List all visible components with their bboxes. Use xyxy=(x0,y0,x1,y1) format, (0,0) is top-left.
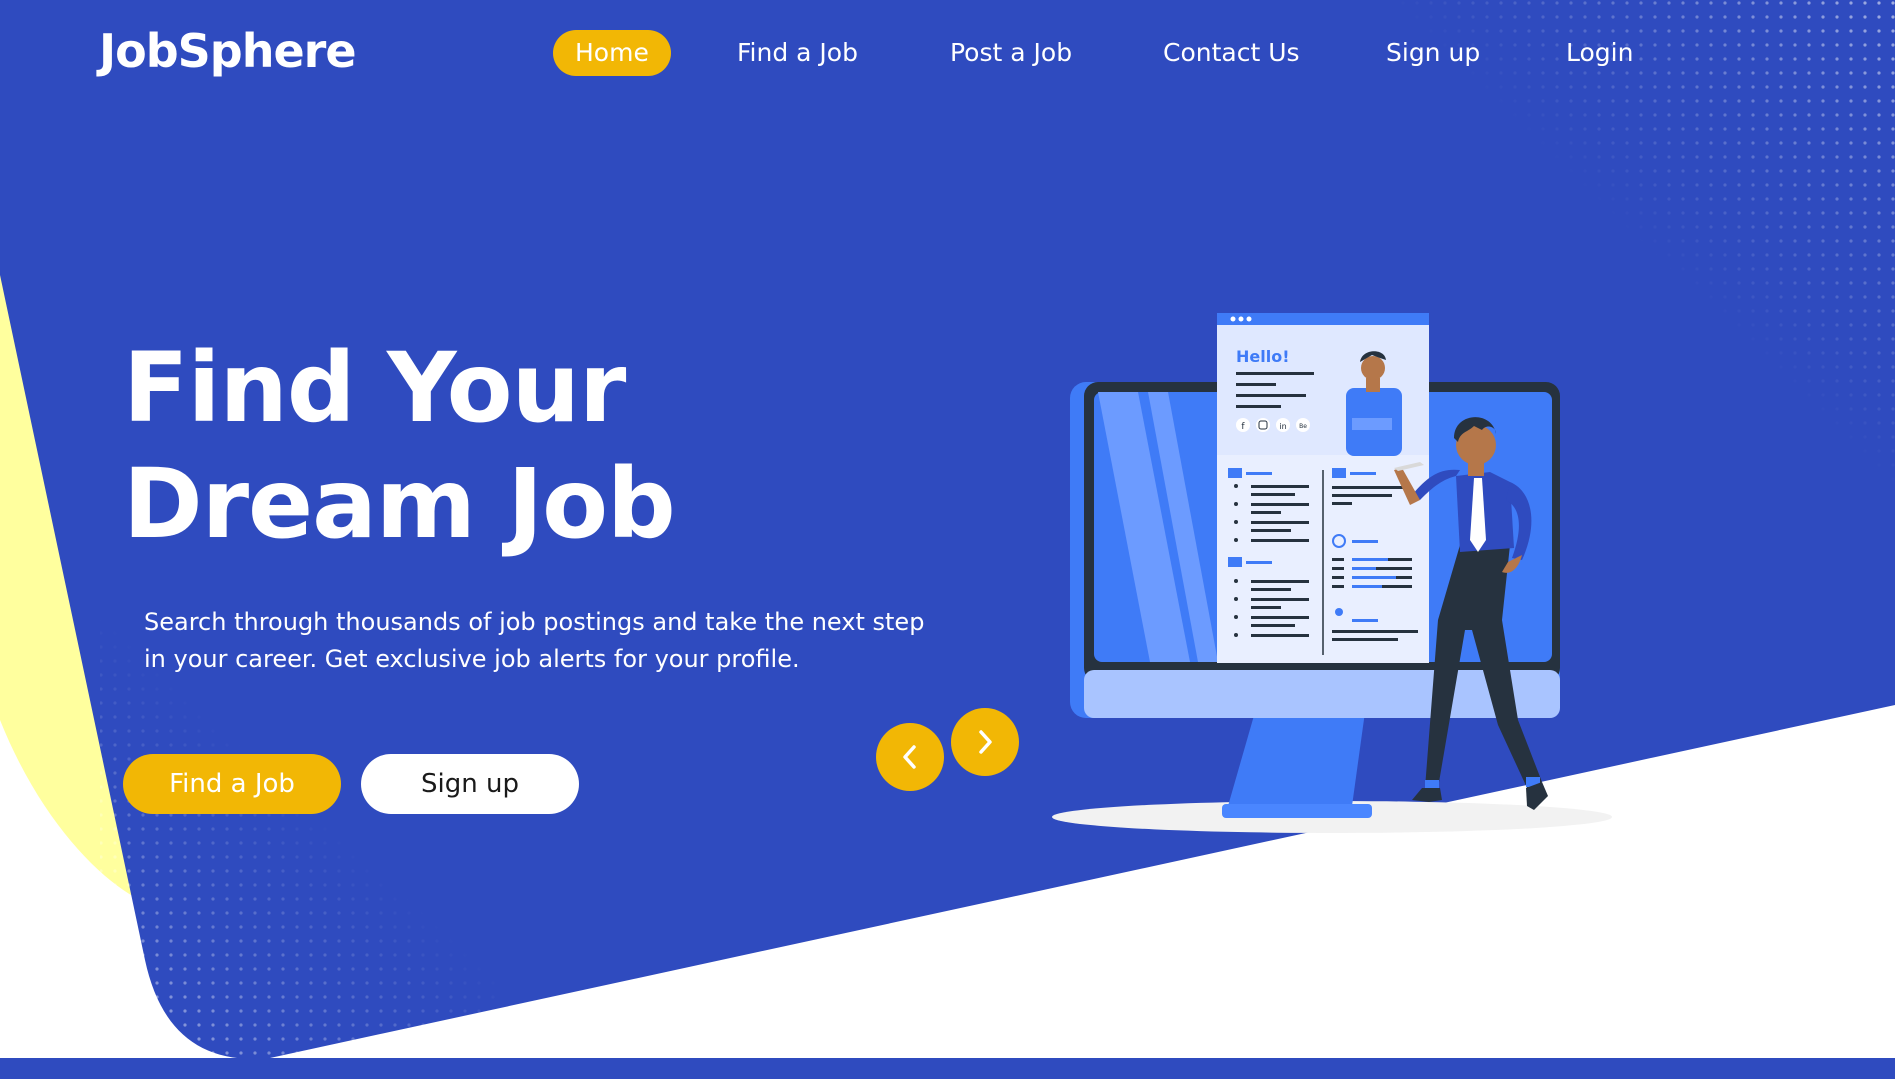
hero-illustration: Hello! f in Be xyxy=(1052,313,1612,833)
monitor-base xyxy=(1222,804,1372,818)
nav-contact-us[interactable]: Contact Us xyxy=(1163,30,1300,76)
carousel-prev-button[interactable] xyxy=(876,723,944,791)
nav-login[interactable]: Login xyxy=(1566,30,1633,76)
chevron-right-icon xyxy=(979,730,992,754)
resume-greeting: Hello! xyxy=(1236,347,1290,366)
footer-strip xyxy=(0,1058,1895,1079)
nav-find-a-job[interactable]: Find a Job xyxy=(737,30,858,76)
carousel-next-button[interactable] xyxy=(951,708,1019,776)
main-nav: Home Find a Job Post a Job Contact Us Si… xyxy=(0,0,1895,110)
hero-title: Find Your Dream Job xyxy=(123,330,823,562)
find-a-job-button[interactable]: Find a Job xyxy=(123,754,341,814)
hero-subtitle-line-1: Search through thousands of job postings… xyxy=(144,608,925,636)
linkedin-icon: in xyxy=(1279,422,1286,431)
sign-up-button[interactable]: Sign up xyxy=(361,754,579,814)
nav-sign-up[interactable]: Sign up xyxy=(1386,30,1480,76)
behance-icon: Be xyxy=(1299,423,1307,430)
resume-document: Hello! f in Be xyxy=(1217,313,1429,663)
hero-title-line-2: Dream Job xyxy=(123,448,676,560)
hero-subtitle: Search through thousands of job postings… xyxy=(144,604,944,678)
hero-subtitle-line-2: in your career. Get exclusive job alerts… xyxy=(144,645,800,673)
nav-post-a-job[interactable]: Post a Job xyxy=(950,30,1072,76)
nav-home[interactable]: Home xyxy=(553,30,671,76)
hero-title-line-1: Find Your xyxy=(123,332,626,444)
chevron-left-icon xyxy=(903,745,916,769)
landing-page: JobSphere Home Find a Job Post a Job Con… xyxy=(0,0,1895,1079)
monitor-stand xyxy=(1228,712,1365,806)
